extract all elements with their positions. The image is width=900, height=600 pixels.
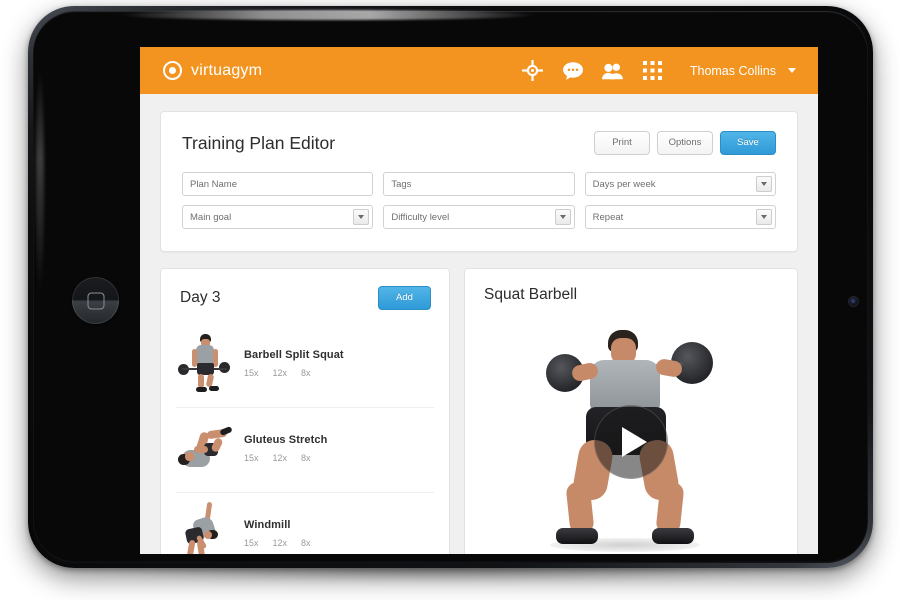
tags-placeholder: Tags (391, 178, 412, 190)
rep-set-2: 12x (272, 538, 288, 548)
day-title: Day 3 (180, 289, 221, 306)
plan-name-placeholder: Plan Name (190, 178, 237, 190)
gluteus-stretch-thumb (176, 416, 238, 484)
rep-set-3: 8x (301, 538, 311, 548)
main-goal-placeholder: Main goal (190, 211, 232, 223)
exercise-info: Barbell Split Squat 15x 12x 8x (244, 349, 344, 382)
days-per-week-placeholder: Days per week (592, 178, 656, 190)
options-button[interactable]: Options (657, 131, 713, 155)
save-button[interactable]: Save (720, 131, 776, 155)
exercise-list: Barbell Split Squat 15x 12x 8x Gluteus S… (161, 323, 449, 554)
list-item[interactable]: Gluteus Stretch 15x 12x 8x (176, 408, 434, 493)
print-button[interactable]: Print (594, 131, 650, 155)
exercise-name: Windmill (244, 519, 291, 531)
exercise-name: Barbell Split Squat (244, 348, 344, 361)
plan-fields-row-1: Plan Name Tags Days per week (182, 172, 776, 196)
chevron-down-icon (788, 68, 796, 73)
chevron-down-icon[interactable] (353, 209, 370, 225)
chevron-down-icon[interactable] (554, 209, 571, 225)
day-panel: Day 3 Add Barbell Split Squat 15x 12x 8x… (160, 268, 450, 554)
editor-actions: Print Options Save (594, 131, 776, 155)
rep-set-2: 12x (272, 367, 288, 378)
difficulty-level-placeholder: Difficulty level (391, 211, 450, 223)
page-title: Training Plan Editor (182, 132, 336, 153)
brand-logo[interactable]: virtuagym (163, 61, 262, 80)
exercise-name: Gluteus Stretch (244, 433, 328, 446)
play-triangle (621, 427, 647, 457)
add-exercise-button[interactable]: Add (378, 286, 431, 310)
training-plan-editor-card: Training Plan Editor Print Options Save … (160, 111, 798, 252)
day-panel-header: Day 3 Add (161, 269, 449, 310)
rep-set-3: 8x (301, 452, 311, 463)
front-camera-icon (848, 296, 859, 307)
bezel-glare-left (36, 66, 44, 296)
repeat-placeholder: Repeat (592, 211, 624, 223)
chevron-down-icon[interactable] (755, 176, 772, 192)
chevron-down-icon[interactable] (755, 209, 772, 225)
rep-set-2: 12x (272, 452, 288, 463)
brand-name: virtuagym (191, 61, 263, 79)
top-navigation-bar: virtuagym Thomas Collins (140, 47, 818, 94)
tags-input[interactable]: Tags (383, 172, 575, 196)
bezel-glare-top (118, 10, 538, 20)
screenshot-stage: virtuagym Thomas Collins Training Plan E… (0, 0, 900, 600)
user-name: Thomas Collins (689, 63, 776, 78)
rep-set-1: 15x (244, 538, 259, 548)
chat-bubble-icon[interactable] (562, 60, 584, 82)
days-per-week-select[interactable]: Days per week (584, 172, 776, 196)
barbell-split-squat-thumb (176, 331, 238, 399)
rep-set-1: 15x (244, 452, 259, 463)
exercise-title: Squat Barbell (484, 286, 578, 303)
home-button[interactable] (72, 277, 119, 324)
play-button-icon[interactable] (594, 405, 668, 479)
target-circle-icon (163, 61, 182, 80)
editor-panels: Day 3 Add Barbell Split Squat 15x 12x 8x… (160, 268, 798, 554)
tablet-screen: virtuagym Thomas Collins Training Plan E… (140, 47, 818, 554)
repeat-select[interactable]: Repeat (584, 205, 776, 229)
crosshair-target-icon[interactable] (522, 60, 544, 82)
apps-grid-icon[interactable] (642, 60, 664, 82)
exercise-reps: 15x 12x 8x (244, 453, 327, 463)
page-content: Training Plan Editor Print Options Save … (140, 94, 818, 554)
rep-set-1: 15x (244, 367, 259, 378)
plan-fields: Plan Name Tags Days per week Main goal D… (182, 172, 776, 229)
exercise-reps: 15x 12x 8x (244, 538, 311, 548)
difficulty-level-select[interactable]: Difficulty level (383, 205, 575, 229)
tablet-device: virtuagym Thomas Collins Training Plan E… (28, 6, 873, 568)
plan-fields-row-2: Main goal Difficulty level Repeat (182, 205, 776, 229)
home-square-icon (87, 292, 104, 309)
editor-header: Training Plan Editor Print Options Save (182, 131, 776, 155)
exercise-reps: 15x 12x 8x (244, 368, 344, 378)
main-goal-select[interactable]: Main goal (182, 205, 374, 229)
user-menu[interactable]: Thomas Collins (690, 64, 796, 78)
windmill-thumb (176, 501, 238, 554)
exercise-video-panel: Squat Barbell (464, 268, 798, 554)
top-nav-actions: Thomas Collins (522, 60, 796, 82)
exercise-video[interactable] (465, 312, 797, 554)
list-item[interactable]: Barbell Split Squat 15x 12x 8x (176, 323, 434, 408)
exercise-info: Gluteus Stretch 15x 12x 8x (244, 434, 327, 467)
rep-set-3: 8x (301, 367, 311, 378)
camera-lens-dot (851, 299, 855, 303)
video-panel-header: Squat Barbell (465, 269, 797, 304)
list-item[interactable]: Windmill 15x 12x 8x (176, 493, 434, 554)
people-icon[interactable] (601, 60, 624, 82)
exercise-info: Windmill 15x 12x 8x (244, 519, 311, 552)
plan-name-input[interactable]: Plan Name (182, 172, 374, 196)
